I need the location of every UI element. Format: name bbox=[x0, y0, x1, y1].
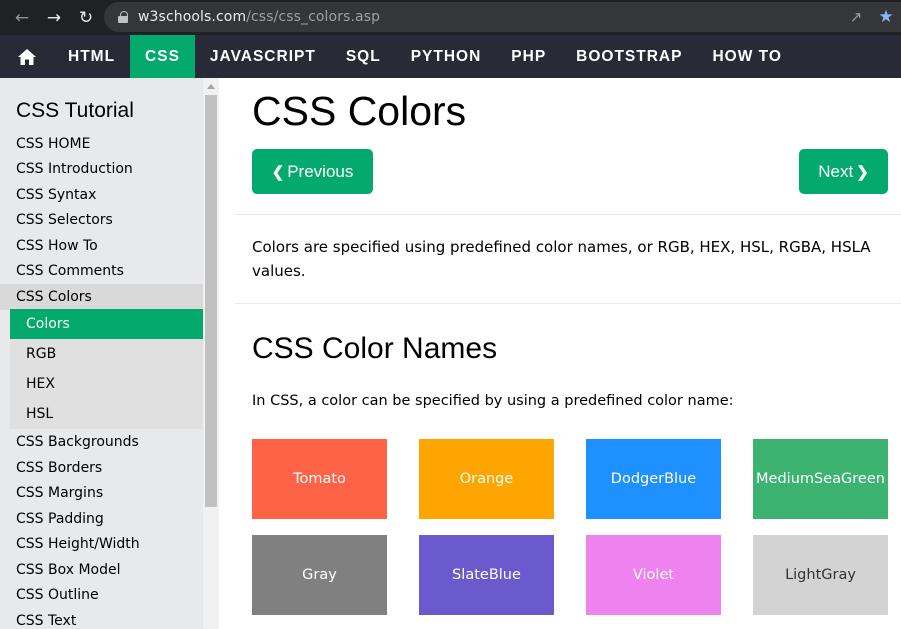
color-swatch-lightgray: LightGray bbox=[753, 535, 888, 615]
sidebar-item-css-syntax[interactable]: CSS Syntax bbox=[16, 187, 96, 203]
page-title: CSS Colors bbox=[252, 88, 467, 134]
sidebar-item-css-box-model[interactable]: CSS Box Model bbox=[16, 562, 121, 578]
color-swatch-slateblue: SlateBlue bbox=[419, 535, 554, 615]
chevron-left-icon: ❮ bbox=[271, 163, 285, 181]
sidebar-item-css-margins[interactable]: CSS Margins bbox=[16, 485, 103, 501]
next-button[interactable]: Next ❯ bbox=[799, 149, 888, 194]
sidebar: CSS Tutorial CSS HOME CSS Introduction C… bbox=[0, 78, 219, 629]
sidebar-item-css-padding[interactable]: CSS Padding bbox=[16, 511, 104, 527]
sidebar-subitem-hsl[interactable]: HSL bbox=[10, 399, 203, 429]
divider bbox=[235, 214, 901, 215]
nav-html[interactable]: HTML bbox=[53, 35, 130, 78]
sidebar-item-css-home[interactable]: CSS HOME bbox=[16, 136, 90, 152]
sidebar-item-css-selectors[interactable]: CSS Selectors bbox=[16, 212, 113, 228]
scroll-up-arrow-icon[interactable] bbox=[207, 84, 215, 89]
nav-python[interactable]: PYTHON bbox=[396, 35, 497, 78]
lock-icon bbox=[118, 11, 128, 23]
color-swatch-dodgerblue: DodgerBlue bbox=[586, 439, 721, 519]
sidebar-title: CSS Tutorial bbox=[16, 99, 134, 122]
sidebar-subitem-hex[interactable]: HEX bbox=[10, 369, 203, 399]
sidebar-subitem-colors[interactable]: Colors bbox=[10, 309, 203, 339]
nav-php[interactable]: PHP bbox=[496, 35, 561, 78]
share-icon[interactable]: ↗ bbox=[841, 8, 871, 26]
chevron-right-icon: ❯ bbox=[856, 163, 869, 181]
section-text: In CSS, a color can be specified by usin… bbox=[252, 393, 734, 409]
sidebar-item-css-introduction[interactable]: CSS Introduction bbox=[16, 161, 133, 177]
previous-button-label: Previous bbox=[287, 161, 354, 181]
nav-bootstrap[interactable]: BOOTSTRAP bbox=[561, 35, 697, 78]
sidebar-subitem-rgb[interactable]: RGB bbox=[10, 339, 203, 369]
divider bbox=[235, 303, 901, 304]
color-swatch-violet: Violet bbox=[586, 535, 721, 615]
scrollbar-thumb[interactable] bbox=[205, 95, 217, 507]
nav-sql[interactable]: SQL bbox=[331, 35, 396, 78]
top-navigation: HTML CSS JAVASCRIPT SQL PYTHON PHP BOOTS… bbox=[0, 35, 901, 78]
url-path: /css/css_colors.asp bbox=[246, 9, 381, 25]
intro-paragraph: Colors are specified using predefined co… bbox=[252, 238, 871, 280]
nav-how-to[interactable]: HOW TO bbox=[697, 35, 796, 78]
bookmark-star-icon[interactable]: ★ bbox=[871, 7, 901, 27]
sidebar-item-css-outline[interactable]: CSS Outline bbox=[16, 587, 99, 603]
color-swatch-tomato: Tomato bbox=[252, 439, 387, 519]
next-button-label: Next bbox=[818, 161, 854, 181]
forward-arrow-icon[interactable]: → bbox=[38, 2, 70, 34]
sidebar-item-css-backgrounds[interactable]: CSS Backgrounds bbox=[16, 434, 139, 450]
color-swatch-gray: Gray bbox=[252, 535, 387, 615]
sidebar-scrollbar[interactable] bbox=[203, 78, 219, 629]
home-icon[interactable] bbox=[0, 35, 53, 78]
back-arrow-icon[interactable]: ← bbox=[6, 2, 38, 34]
color-swatch-mediumseagreen: MediumSeaGreen bbox=[753, 439, 888, 519]
sidebar-item-css-text[interactable]: CSS Text bbox=[16, 613, 76, 629]
sidebar-item-css-colors[interactable]: CSS Colors bbox=[16, 289, 92, 305]
color-swatch-orange: Orange bbox=[419, 439, 554, 519]
sidebar-item-css-comments[interactable]: CSS Comments bbox=[16, 263, 124, 279]
url-text[interactable]: w3schools.com/css/css_colors.asp bbox=[138, 9, 380, 25]
previous-button[interactable]: ❮ Previous bbox=[252, 149, 373, 194]
sidebar-item-css-borders[interactable]: CSS Borders bbox=[16, 460, 102, 476]
url-host: w3schools.com bbox=[138, 9, 247, 25]
nav-javascript[interactable]: JAVASCRIPT bbox=[195, 35, 331, 78]
section-title: CSS Color Names bbox=[252, 332, 498, 365]
reload-icon[interactable]: ↻ bbox=[70, 2, 102, 34]
browser-toolbar: ← → ↻ w3schools.com/css/css_colors.asp ↗… bbox=[0, 0, 901, 35]
nav-css[interactable]: CSS bbox=[130, 35, 195, 78]
sidebar-item-css-how-to[interactable]: CSS How To bbox=[16, 238, 98, 254]
main-content: CSS Colors ❮ Previous Next ❯ Colors are … bbox=[219, 78, 901, 629]
sidebar-item-css-height-width[interactable]: CSS Height/Width bbox=[16, 536, 140, 552]
address-bar[interactable]: w3schools.com/css/css_colors.asp ↗ ★ bbox=[104, 2, 901, 32]
